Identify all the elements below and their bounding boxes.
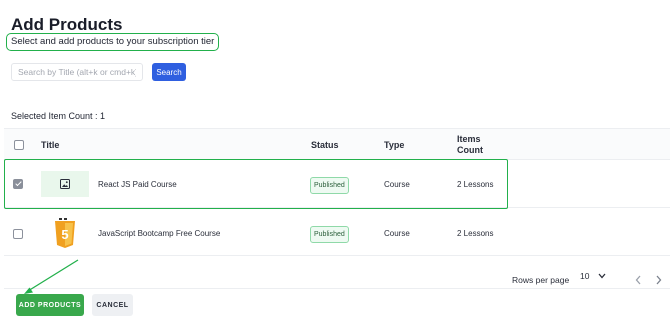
add-products-button[interactable]: ADD PRODUCTS xyxy=(16,294,84,316)
selected-row-highlight xyxy=(4,159,508,209)
row-title[interactable]: JavaScript Bootcamp Free Course xyxy=(98,229,220,238)
search-input[interactable] xyxy=(11,63,143,81)
table-row[interactable]: 5 JavaScript Bootcamp Free Course Publis… xyxy=(4,208,670,256)
column-header-items-count[interactable]: Items xyxy=(457,134,481,144)
row-type: Course xyxy=(384,229,410,238)
search-button[interactable]: Search xyxy=(152,63,186,81)
table-header: Title Status Type Items Count xyxy=(4,128,670,160)
column-header-status[interactable]: Status xyxy=(311,140,339,150)
column-header-type[interactable]: Type xyxy=(384,140,404,150)
row-items-count: 2 Lessons xyxy=(457,229,494,238)
select-all-checkbox[interactable] xyxy=(14,140,24,150)
selected-item-count: Selected Item Count : 1 xyxy=(11,111,106,121)
rows-per-page-label: Rows per page xyxy=(512,275,570,285)
next-page-icon[interactable] xyxy=(655,275,662,287)
chevron-down-icon xyxy=(598,271,606,281)
rows-per-page-select[interactable]: 10 xyxy=(580,271,606,281)
column-header-items-count-line2: Count xyxy=(457,145,483,155)
page-title: Add Products xyxy=(11,15,123,34)
rows-per-page-value: 10 xyxy=(580,271,590,281)
js-logo-icon: 5 xyxy=(41,218,89,248)
annotation-arrow-icon xyxy=(24,259,79,294)
status-badge: Published xyxy=(310,226,349,243)
cancel-button[interactable]: CANCEL xyxy=(92,294,133,316)
page-subtitle: Select and add products to your subscrip… xyxy=(6,33,220,51)
svg-text:5: 5 xyxy=(61,227,68,242)
row-checkbox[interactable] xyxy=(13,229,23,239)
column-header-title[interactable]: Title xyxy=(41,140,59,150)
previous-page-icon[interactable] xyxy=(635,275,642,287)
footer-divider xyxy=(4,288,670,289)
